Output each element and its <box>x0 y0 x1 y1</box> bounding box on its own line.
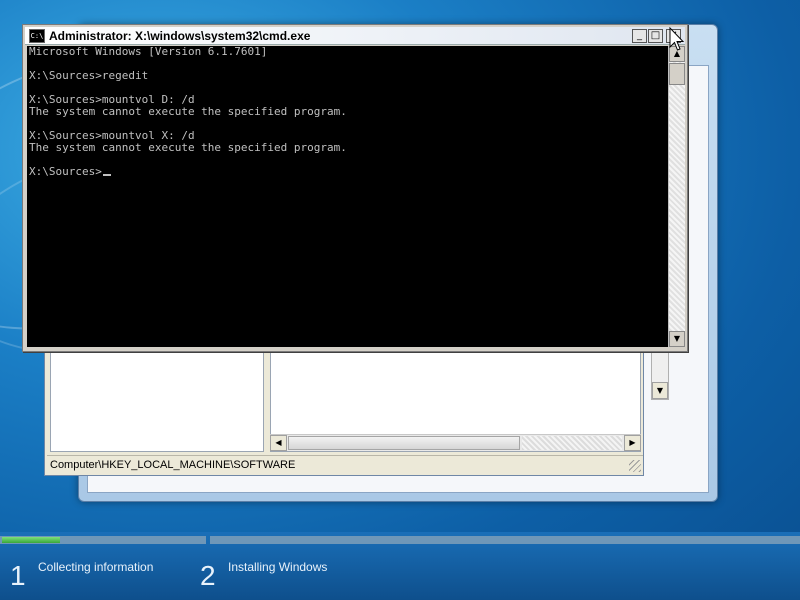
scroll-down-arrow-icon[interactable]: ▼ <box>669 331 685 347</box>
progress-fill <box>2 537 60 543</box>
cmd-window: C:\ Administrator: X:\windows\system32\c… <box>22 24 688 352</box>
console-line: The system cannot execute the specified … <box>29 105 347 118</box>
cmd-app-icon[interactable]: C:\ <box>29 29 45 43</box>
scroll-down-arrow-icon[interactable]: ▼ <box>652 382 668 399</box>
setup-progress-strip: 1 Collecting information 2 Installing Wi… <box>0 532 800 600</box>
cmd-vertical-scrollbar[interactable]: ▲ ▼ <box>668 46 685 347</box>
size-grip-icon[interactable] <box>629 460 641 472</box>
scrollbar-track[interactable] <box>522 436 622 450</box>
cmd-window-title: Administrator: X:\windows\system32\cmd.e… <box>49 29 311 43</box>
step-label: Collecting information <box>38 560 154 574</box>
regedit-status-path: Computer\HKEY_LOCAL_MACHINE\SOFTWARE <box>50 459 296 471</box>
cmd-console-output[interactable]: Microsoft Windows [Version 6.1.7601] X:\S… <box>27 46 668 347</box>
cmd-titlebar[interactable]: C:\ Administrator: X:\windows\system32\c… <box>25 27 685 45</box>
console-line: Microsoft Windows [Version 6.1.7601] <box>29 46 268 58</box>
progress-track-step2 <box>210 536 800 544</box>
text-cursor <box>102 174 111 176</box>
console-line: X:\Sources>regedit <box>29 69 149 82</box>
step-number: 1 <box>10 560 26 591</box>
step-number: 2 <box>200 560 216 591</box>
regedit-key-tree[interactable] <box>50 351 264 452</box>
scroll-right-arrow-icon[interactable]: ▶ <box>624 435 641 451</box>
step-label: Installing Windows <box>228 560 328 574</box>
console-line: X:\Sources> <box>29 166 666 178</box>
scrollbar-thumb[interactable] <box>288 436 520 450</box>
regedit-horizontal-scrollbar[interactable]: ◀ ▶ <box>270 434 641 451</box>
maximize-button[interactable]: □ <box>648 29 663 43</box>
regedit-status-bar: Computer\HKEY_LOCAL_MACHINE\SOFTWARE <box>47 455 643 474</box>
console-line: The system cannot execute the specified … <box>29 141 347 154</box>
scrollbar-thumb[interactable] <box>669 63 685 85</box>
scroll-left-arrow-icon[interactable]: ◀ <box>270 435 287 451</box>
mouse-pointer-icon <box>669 27 685 51</box>
minimize-button[interactable]: _ <box>632 29 647 43</box>
